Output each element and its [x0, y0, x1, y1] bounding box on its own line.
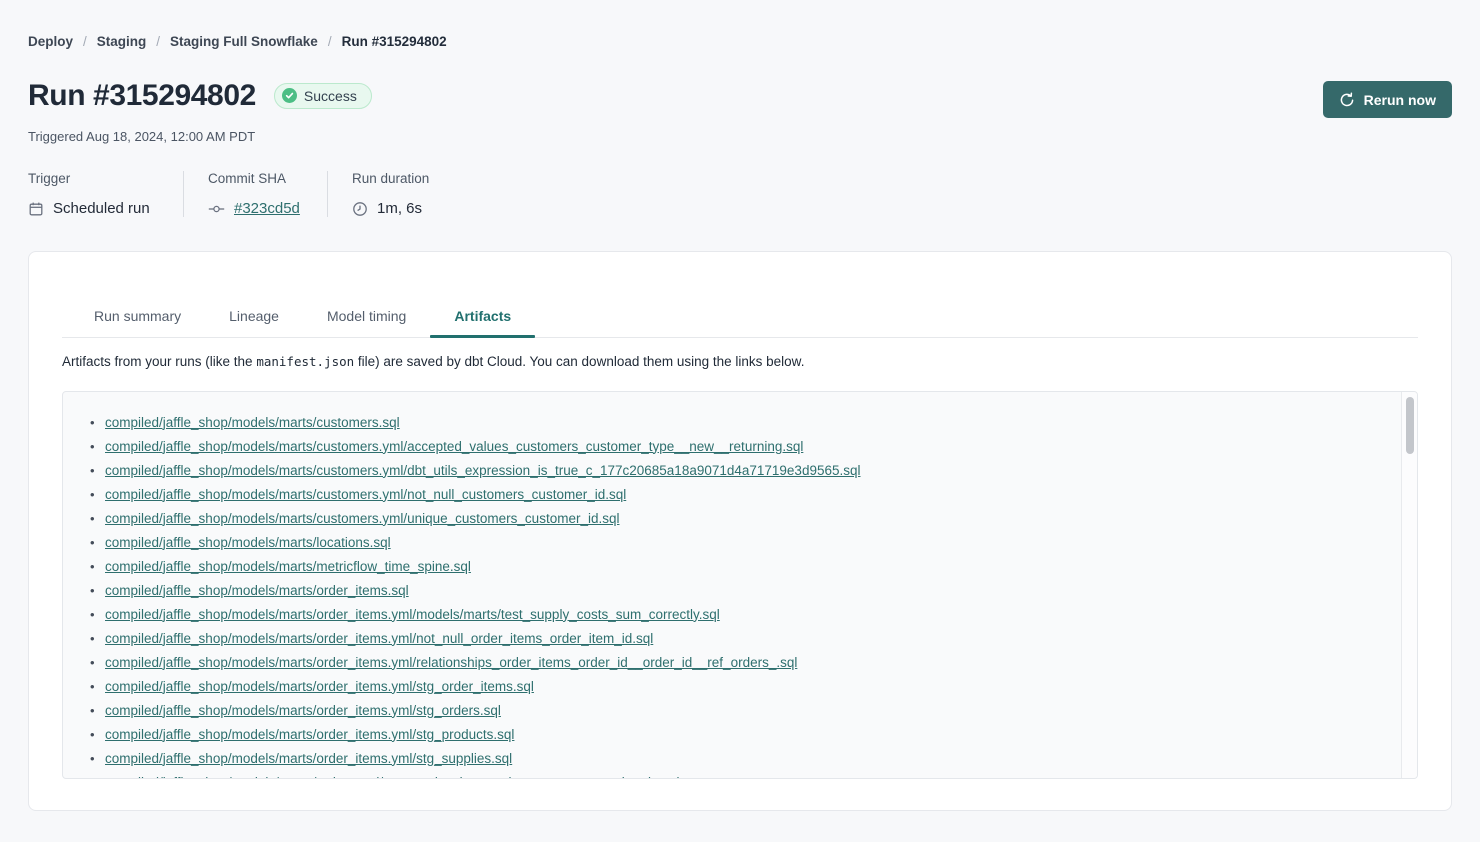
bullet: • — [90, 751, 105, 766]
breadcrumb-run: Run #315294802 — [342, 34, 447, 49]
bullet: • — [90, 415, 105, 430]
artifact-link[interactable]: compiled/jaffle_shop/models/marts/order_… — [105, 751, 512, 766]
success-check-icon — [282, 88, 297, 103]
artifact-list-item: •compiled/jaffle_shop/models/marts/custo… — [90, 482, 1377, 506]
artifacts-description-prefix: Artifacts from your runs (like the — [62, 354, 256, 369]
bullet: • — [90, 535, 105, 550]
artifact-list-item: •compiled/jaffle_shop/models/marts/order… — [90, 722, 1377, 746]
breadcrumb-staging[interactable]: Staging — [97, 34, 147, 49]
scrollbar[interactable] — [1401, 392, 1417, 778]
bullet: • — [90, 487, 105, 502]
run-duration-label: Run duration — [352, 171, 429, 186]
triggered-timestamp: Triggered Aug 18, 2024, 12:00 AM PDT — [28, 129, 1452, 144]
bullet: • — [90, 775, 105, 780]
artifact-list-item: •compiled/jaffle_shop/models/marts/order… — [90, 746, 1377, 770]
breadcrumb-separator: / — [83, 34, 87, 49]
breadcrumb-environment[interactable]: Staging Full Snowflake — [170, 34, 318, 49]
header-row: Run #315294802 Success Rerun now — [28, 73, 1452, 118]
artifact-list-item: •compiled/jaffle_shop/models/marts/order… — [90, 578, 1377, 602]
page-title: Run #315294802 — [28, 79, 256, 113]
artifact-list-item: •compiled/jaffle_shop/models/marts/order… — [90, 698, 1377, 722]
artifact-link[interactable]: compiled/jaffle_shop/models/marts/custom… — [105, 511, 619, 526]
artifact-link[interactable]: compiled/jaffle_shop/models/marts/custom… — [105, 487, 626, 502]
artifact-list-item: •compiled/jaffle_shop/models/marts/custo… — [90, 506, 1377, 530]
run-meta-row: Trigger Scheduled run Commit SHA #323cd5… — [28, 171, 1452, 217]
artifact-link[interactable]: compiled/jaffle_shop/models/marts/custom… — [105, 415, 400, 430]
artifact-list-item: •compiled/jaffle_shop/models/marts/order… — [90, 674, 1377, 698]
artifact-link[interactable]: compiled/jaffle_shop/models/marts/order_… — [105, 631, 653, 646]
commit-sha-label: Commit SHA — [208, 171, 299, 186]
tab-model-timing[interactable]: Model timing — [303, 308, 430, 337]
rerun-now-label: Rerun now — [1364, 92, 1436, 108]
artifacts-description-suffix: file) are saved by dbt Cloud. You can do… — [354, 354, 804, 369]
artifact-link[interactable]: compiled/jaffle_shop/models/marts/locati… — [105, 535, 391, 550]
artifact-link[interactable]: compiled/jaffle_shop/models/marts/custom… — [105, 463, 861, 478]
run-detail-page: Deploy / Staging / Staging Full Snowflak… — [0, 0, 1480, 811]
meta-duration: Run duration 1m, 6s — [327, 171, 457, 217]
trigger-value: Scheduled run — [53, 200, 150, 217]
commit-icon — [208, 201, 225, 217]
artifact-link[interactable]: compiled/jaffle_shop/models/marts/order_… — [105, 583, 409, 598]
artifact-link[interactable]: compiled/jaffle_shop/models/marts/order_… — [105, 679, 534, 694]
artifact-link[interactable]: compiled/jaffle_shop/models/marts/order_… — [105, 703, 501, 718]
manifest-json-code: manifest.json — [256, 354, 354, 369]
artifact-link[interactable]: compiled/jaffle_shop/models/marts/order_… — [105, 655, 797, 670]
breadcrumb-separator: / — [328, 34, 332, 49]
refresh-icon — [1339, 92, 1355, 108]
artifact-list-item: •compiled/jaffle_shop/models/marts/locat… — [90, 530, 1377, 554]
artifact-file-box: •compiled/jaffle_shop/models/marts/custo… — [62, 391, 1418, 779]
tab-lineage[interactable]: Lineage — [205, 308, 303, 337]
artifact-list-item: •compiled/jaffle_shop/models/marts/custo… — [90, 458, 1377, 482]
bullet: • — [90, 631, 105, 646]
artifact-link[interactable]: compiled/jaffle_shop/models/marts/order_… — [105, 727, 514, 742]
commit-sha-link[interactable]: #323cd5d — [234, 200, 300, 217]
artifact-file-list: •compiled/jaffle_shop/models/marts/custo… — [63, 392, 1417, 779]
bullet: • — [90, 583, 105, 598]
clock-icon — [352, 201, 368, 217]
run-detail-card: Run summaryLineageModel timing Artifacts … — [28, 251, 1452, 811]
artifact-list-item: •compiled/jaffle_shop/models/marts/order… — [90, 626, 1377, 650]
artifact-list-item: •compiled/jaffle_shop/models/marts/custo… — [90, 434, 1377, 458]
bullet: • — [90, 559, 105, 574]
artifact-link[interactable]: compiled/jaffle_shop/models/marts/custom… — [105, 439, 803, 454]
scrollbar-thumb[interactable] — [1406, 397, 1414, 454]
rerun-now-button[interactable]: Rerun now — [1323, 81, 1452, 118]
bullet: • — [90, 679, 105, 694]
status-badge: Success — [274, 83, 372, 109]
bullet: • — [90, 439, 105, 454]
artifact-link[interactable]: compiled/jaffle_shop/models/marts/metric… — [105, 559, 471, 574]
bullet: • — [90, 463, 105, 478]
bullet: • — [90, 727, 105, 742]
breadcrumb-separator: / — [156, 34, 160, 49]
breadcrumb: Deploy / Staging / Staging Full Snowflak… — [28, 34, 1452, 49]
artifact-link[interactable]: compiled/jaffle_shop/models/marts/orders… — [105, 775, 680, 780]
artifact-list-item: •compiled/jaffle_shop/models/marts/order… — [90, 770, 1377, 779]
meta-commit: Commit SHA #323cd5d — [183, 171, 327, 217]
tab-artifacts[interactable]: Artifacts — [430, 308, 535, 337]
meta-trigger: Trigger Scheduled run — [28, 171, 183, 217]
artifact-list-item: •compiled/jaffle_shop/models/marts/metri… — [90, 554, 1377, 578]
trigger-label: Trigger — [28, 171, 155, 186]
bullet: • — [90, 655, 105, 670]
artifact-link[interactable]: compiled/jaffle_shop/models/marts/order_… — [105, 607, 720, 622]
calendar-icon — [28, 201, 44, 217]
artifact-list-item: •compiled/jaffle_shop/models/marts/order… — [90, 650, 1377, 674]
artifacts-description: Artifacts from your runs (like the manif… — [62, 354, 1418, 369]
breadcrumb-deploy[interactable]: Deploy — [28, 34, 73, 49]
run-duration-value: 1m, 6s — [377, 200, 422, 217]
status-label: Success — [304, 88, 357, 104]
bullet: • — [90, 511, 105, 526]
artifact-list-item: •compiled/jaffle_shop/models/marts/custo… — [90, 410, 1377, 434]
tab-run-summary[interactable]: Run summary — [70, 308, 205, 337]
tab-bar: Run summaryLineageModel timingArtifacts — [62, 308, 1418, 338]
bullet: • — [90, 703, 105, 718]
artifact-list-item: •compiled/jaffle_shop/models/marts/order… — [90, 602, 1377, 626]
bullet: • — [90, 607, 105, 622]
